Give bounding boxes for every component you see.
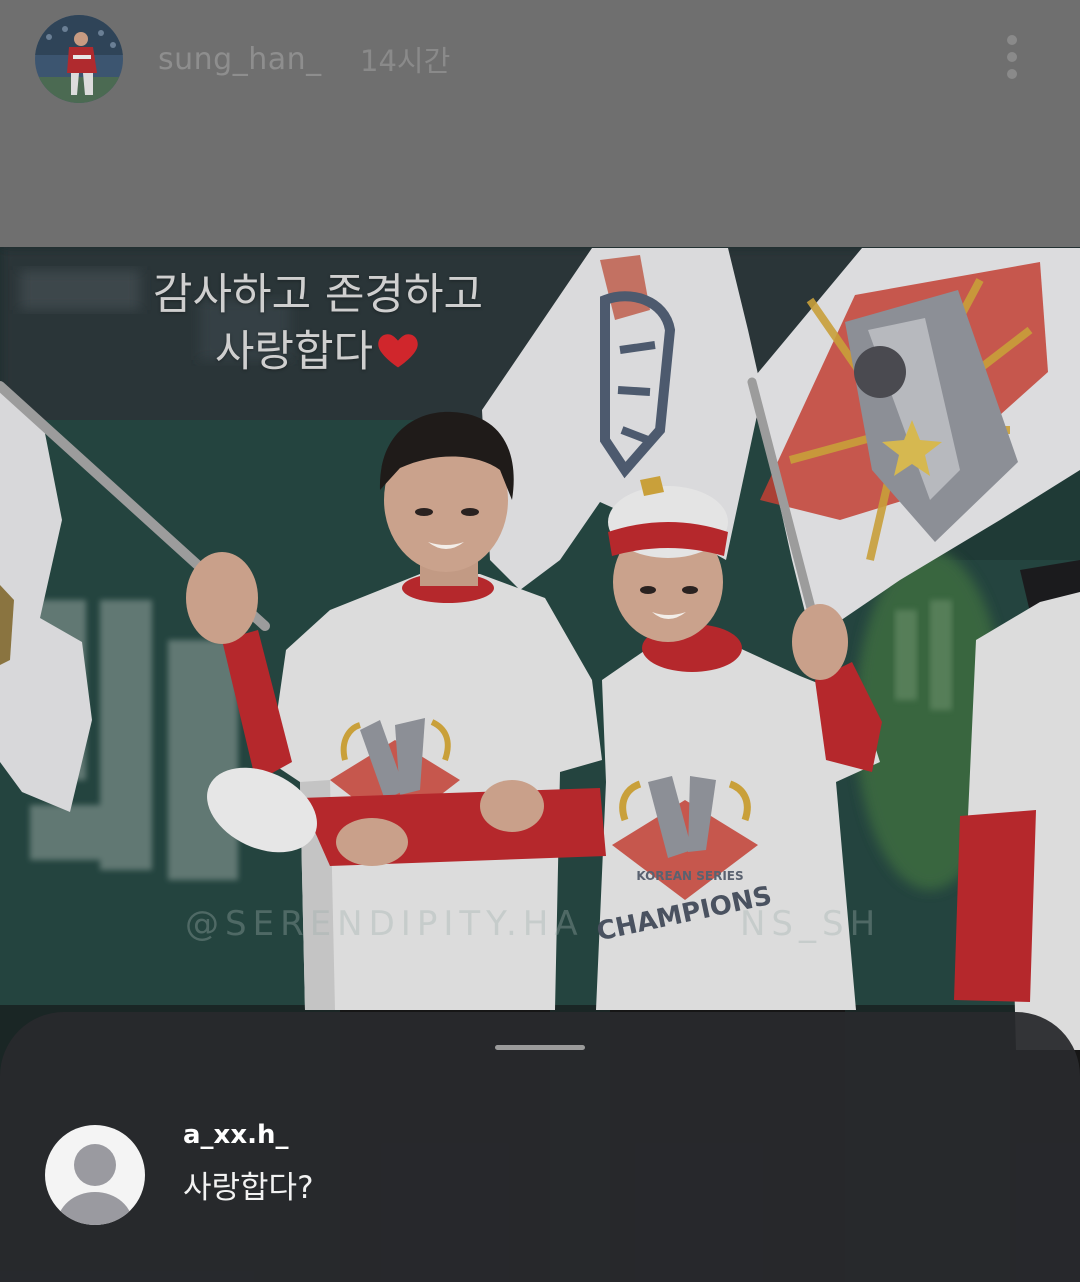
watermark: @SERENDIPITY.HA NS_SH (185, 904, 881, 944)
watermark-text: @SERENDIPITY.HA (185, 904, 584, 944)
menu-dot (1007, 52, 1017, 62)
post-time: 14시간 (360, 44, 451, 78)
author-avatar[interactable] (35, 15, 123, 103)
more-vertical-icon[interactable] (998, 31, 1026, 85)
watermark-text: NS_SH (740, 904, 881, 944)
menu-dot (1007, 35, 1017, 45)
caption-line-2-text: 사랑합다 (214, 327, 374, 377)
story-caption: 감사하고 존경하고 사랑합다 (110, 267, 526, 381)
person-icon (57, 1144, 133, 1225)
shirt-logo-top-text: KOREAN SERIES (636, 869, 743, 883)
reply-username[interactable]: a_xx.h_ (183, 1117, 288, 1153)
default-avatar-icon[interactable] (45, 1125, 145, 1225)
caption-line-2: 사랑합다 (110, 324, 526, 381)
caption-line-1: 감사하고 존경하고 (152, 270, 484, 320)
author-username[interactable]: sung_han_ (158, 38, 322, 82)
menu-dot (1007, 69, 1017, 79)
reply-text: 사랑합다? (183, 1170, 314, 1206)
drag-handle[interactable] (495, 1045, 585, 1050)
red-heart-icon (378, 334, 418, 368)
replies-sheet[interactable] (0, 1012, 1080, 1282)
profile-photo (35, 15, 123, 103)
